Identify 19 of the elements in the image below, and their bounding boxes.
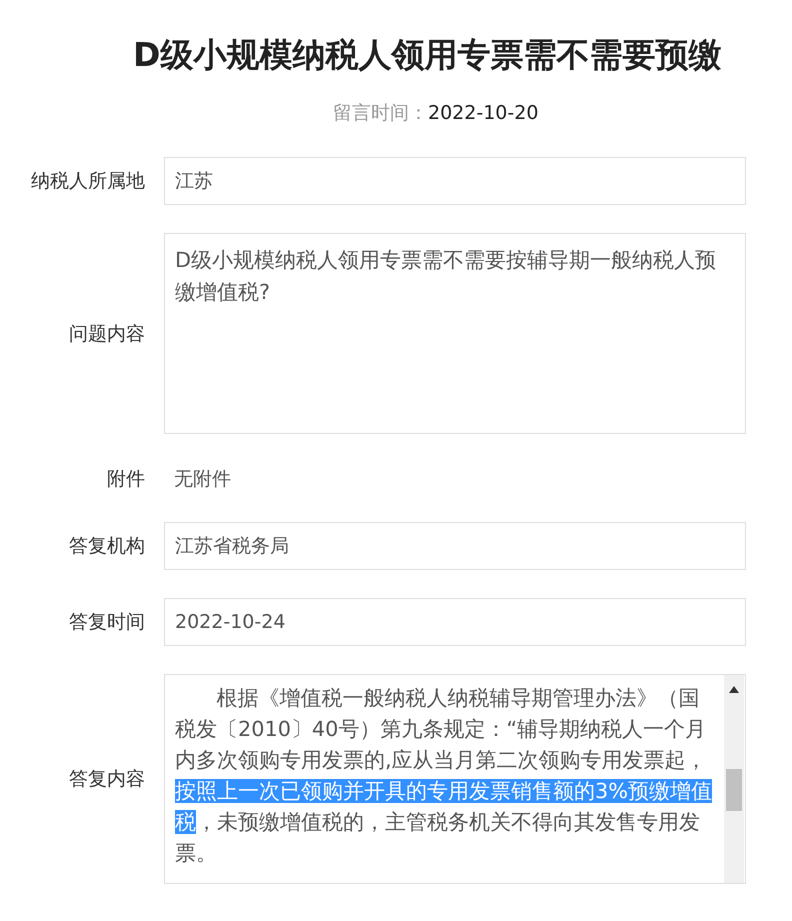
field-label: 答复时间 <box>68 610 145 635</box>
text-area[interactable]: D级小规模纳税人领用专票需不需要按辅导期一般纳税人预缴增值税? <box>164 233 746 434</box>
scroll-thumb[interactable] <box>726 769 742 811</box>
input-field[interactable]: 江苏省税务局 <box>164 522 746 570</box>
field-label: 附件 <box>106 467 145 492</box>
scrollbar[interactable] <box>724 675 744 883</box>
field-label: 答复机构 <box>68 534 145 559</box>
field-label: 问题内容 <box>68 322 145 346</box>
page-title: D级小规模纳税人领用专票需不需要预缴 <box>132 34 722 76</box>
answer-box[interactable]: 根据《增值税一般纳税人纳税辅导期管理办法》（国税发〔2010〕40号）第九条规定：“辅导期纳税人一个月内多次领购专用发票的,应从当月第二次领购专用发票起， 按照上一次已领购并开具的专用发票销售额的3%预缴增值税，未预缴增值税的，主管税务机关不得向其发售专用发票。 <box>164 674 746 884</box>
input-field[interactable]: 江苏 <box>164 157 746 205</box>
input-field[interactable]: 2022-10-24 <box>164 598 746 646</box>
answer-text: 根据《增值税一般纳税人纳税辅导期管理办法》（国税发〔2010〕40号）第九条规定：“辅导期纳税人一个月内多次领购专用发票的,应从当月第二次领购专用发票起， 按照上一次已领购并开具的专用发票销售额的3%预缴增值税，未预缴增值税的，主管税务机关不得向其发售专用发票。 <box>175 685 713 867</box>
attachment-text: 无附件 <box>173 467 231 492</box>
field-label: 纳税人所属地 <box>30 169 145 194</box>
scroll-up-icon[interactable] <box>729 686 739 693</box>
message-time-label: 留言时间： <box>333 102 428 124</box>
message-time-value: 2022-10-20 <box>428 102 538 124</box>
field-label: 答复内容 <box>68 767 145 792</box>
